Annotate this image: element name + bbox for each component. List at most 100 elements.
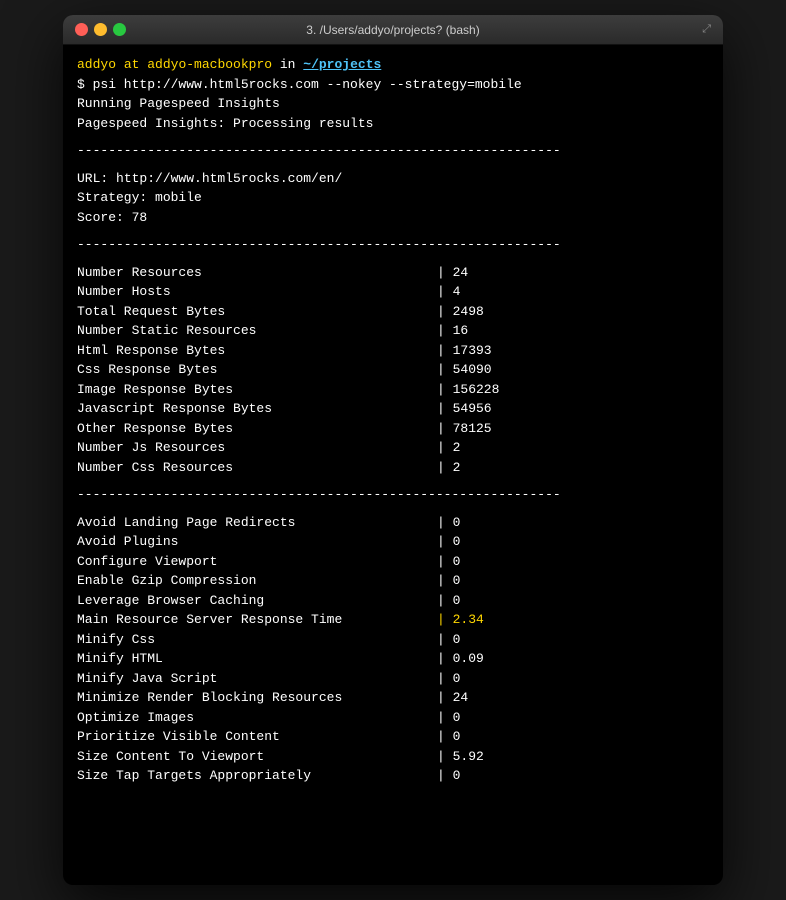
score-line: Score: 78 [77,208,709,228]
rule-row: Minify Css| 0 [77,630,709,650]
stat-value: | 2498 [437,304,484,319]
stat-row: Number Css Resources| 2 [77,458,709,478]
terminal-window: 3. /Users/addyo/projects? (bash) ⤢ addyo… [63,15,723,885]
stat-row: Other Response Bytes| 78125 [77,419,709,439]
stat-row: Number Hosts| 4 [77,282,709,302]
rule-label: Optimize Images [77,708,437,728]
prompt-user: addyo [77,57,116,72]
stat-label: Number Static Resources [77,321,437,341]
stat-row: Number Static Resources| 16 [77,321,709,341]
stat-row: Html Response Bytes| 17393 [77,341,709,361]
stat-row: Css Response Bytes| 54090 [77,360,709,380]
rule-label: Prioritize Visible Content [77,727,437,747]
rule-row: Minify Java Script| 0 [77,669,709,689]
rule-row: Size Content To Viewport| 5.92 [77,747,709,767]
stat-value: | 54956 [437,401,492,416]
traffic-lights [75,23,126,36]
rule-row: Configure Viewport| 0 [77,552,709,572]
minimize-button[interactable] [94,23,107,36]
stat-value: | 17393 [437,343,492,358]
stat-value: | 4 [437,284,460,299]
stat-label: Number Js Resources [77,438,437,458]
rule-value: | 0 [437,632,460,647]
prompt-line: addyo at addyo-macbookpro in ~/projects [77,55,709,75]
output-processing: Pagespeed Insights: Processing results [77,114,709,134]
stat-value: | 2 [437,440,460,455]
rule-label: Configure Viewport [77,552,437,572]
separator-1: ----------------------------------------… [77,141,709,161]
strategy-label: Strategy: [77,190,155,205]
rule-value: | 0 [437,729,460,744]
url-line: URL: http://www.html5rocks.com/en/ [77,169,709,189]
rule-value: | 0 [437,768,460,783]
rule-row: Size Tap Targets Appropriately| 0 [77,766,709,786]
rule-label: Minify Css [77,630,437,650]
prompt-at: at [124,57,147,72]
stat-row: Image Response Bytes| 156228 [77,380,709,400]
rule-label: Minify Java Script [77,669,437,689]
rule-label: Enable Gzip Compression [77,571,437,591]
separator-3: ----------------------------------------… [77,485,709,505]
rule-value: | 5.92 [437,749,484,764]
titlebar: 3. /Users/addyo/projects? (bash) ⤢ [63,15,723,45]
rule-value: | 0.09 [437,651,484,666]
rule-label: Size Content To Viewport [77,747,437,767]
strategy-value: mobile [155,190,202,205]
rule-row: Avoid Plugins| 0 [77,532,709,552]
stats-container: Number Resources| 24Number Hosts| 4Total… [77,263,709,478]
rule-label: Avoid Landing Page Redirects [77,513,437,533]
stat-row: Number Resources| 24 [77,263,709,283]
separator-2: ----------------------------------------… [77,235,709,255]
url-value: http://www.html5rocks.com/en/ [116,171,342,186]
stat-label: Number Css Resources [77,458,437,478]
rules-container: Avoid Landing Page Redirects| 0Avoid Plu… [77,513,709,786]
rule-value: | 0 [437,534,460,549]
rule-row: Minimize Render Blocking Resources| 24 [77,688,709,708]
rule-row: Avoid Landing Page Redirects| 0 [77,513,709,533]
rule-row: Prioritize Visible Content| 0 [77,727,709,747]
rule-label: Avoid Plugins [77,532,437,552]
stat-value: | 54090 [437,362,492,377]
rule-value: | 2.34 [437,612,484,627]
terminal-body[interactable]: addyo at addyo-macbookpro in ~/projects … [63,45,723,885]
maximize-button[interactable] [113,23,126,36]
stat-value: | 16 [437,323,468,338]
expand-icon[interactable]: ⤢ [702,24,711,36]
stat-label: Number Hosts [77,282,437,302]
stat-value: | 156228 [437,382,499,397]
close-button[interactable] [75,23,88,36]
stat-row: Javascript Response Bytes| 54956 [77,399,709,419]
rule-row: Minify HTML| 0.09 [77,649,709,669]
stat-label: Javascript Response Bytes [77,399,437,419]
stat-label: Html Response Bytes [77,341,437,361]
rule-label: Minify HTML [77,649,437,669]
stat-value: | 2 [437,460,460,475]
rule-row: Main Resource Server Response Time| 2.34 [77,610,709,630]
rule-row: Optimize Images| 0 [77,708,709,728]
score-label: Score: [77,210,132,225]
output-running: Running Pagespeed Insights [77,94,709,114]
rule-value: | 0 [437,593,460,608]
rule-label: Minimize Render Blocking Resources [77,688,437,708]
prompt-host: addyo-macbookpro [147,57,272,72]
stat-label: Image Response Bytes [77,380,437,400]
rule-label: Leverage Browser Caching [77,591,437,611]
stat-row: Total Request Bytes| 2498 [77,302,709,322]
rule-row: Leverage Browser Caching| 0 [77,591,709,611]
rule-row: Enable Gzip Compression| 0 [77,571,709,591]
window-title: 3. /Users/addyo/projects? (bash) [306,23,479,37]
stat-label: Other Response Bytes [77,419,437,439]
rule-value: | 0 [437,573,460,588]
stat-value: | 78125 [437,421,492,436]
stat-label: Number Resources [77,263,437,283]
rule-value: | 0 [437,515,460,530]
stat-label: Total Request Bytes [77,302,437,322]
prompt-in: in [280,57,303,72]
rule-value: | 0 [437,671,460,686]
command-line: $ psi http://www.html5rocks.com --nokey … [77,75,709,95]
rule-value: | 0 [437,554,460,569]
stat-value: | 24 [437,265,468,280]
stat-label: Css Response Bytes [77,360,437,380]
rule-label: Size Tap Targets Appropriately [77,766,437,786]
url-label: URL: [77,171,116,186]
